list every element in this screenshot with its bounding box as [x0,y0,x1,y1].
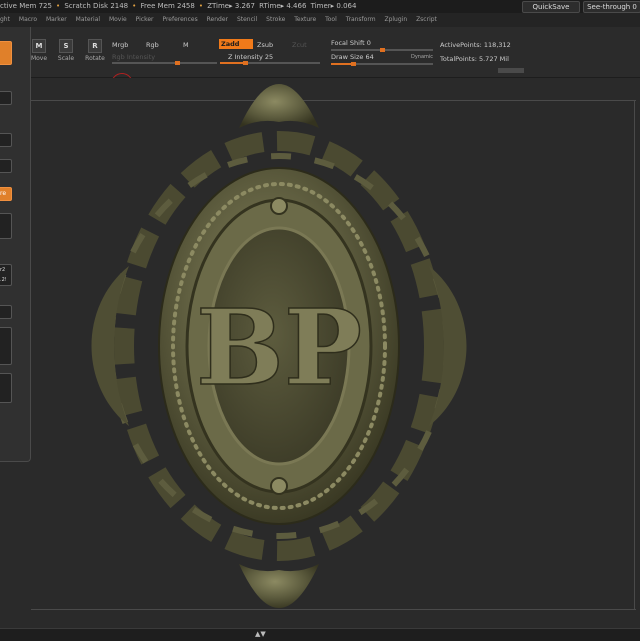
m-button[interactable]: M [183,41,189,49]
z-intensity-label: Z Intensity [228,53,263,61]
z-intensity-slider[interactable] [220,61,320,65]
sculpted-emblem: BP [91,84,467,608]
draw-size-slider[interactable] [331,62,433,66]
draw-size-value: 64 [365,53,374,61]
left-tray-tag: .2! [0,277,7,283]
rgb-button[interactable]: Rgb [146,41,159,49]
rotate-label: Rotate [85,55,105,62]
menu-item[interactable]: Render [207,16,228,23]
scratch-disk: Scratch Disk 2148 [64,2,129,10]
monogram: BP [196,286,362,409]
move-icon: M [32,39,46,53]
menu-item[interactable]: Preferences [162,16,197,23]
timer: Timer▸ 0.064 [310,2,357,10]
left-tray-button[interactable]: re [0,187,12,201]
quicksave-button[interactable]: QuickSave [522,1,580,13]
left-tray-button[interactable]: r2 .2! [0,264,12,286]
see-through-button[interactable]: See-through 0 [583,1,640,13]
focal-shift-label: Focal Shift [331,39,365,47]
total-points-label: TotalPoints: [440,55,477,63]
menu-item[interactable]: Stencil [237,16,257,23]
tool-bar: M Move S Scale R Rotate Mrgb Rgb M Rgb I… [0,27,640,78]
rgb-intensity-label: Rgb Intensity [112,53,156,61]
menu-item[interactable]: Picker [136,16,154,23]
total-points-value: 5.727 Mil [478,55,509,63]
menu-item[interactable]: Marker [46,16,67,23]
focal-shift-knob[interactable] [380,48,385,52]
left-tray-button[interactable] [0,373,12,403]
menu-item[interactable]: ght [0,16,10,23]
menu-item[interactable]: Macro [19,16,37,23]
move-label: Move [30,55,48,62]
shelf-toggle-icon[interactable]: ▲▼ [255,630,266,638]
rotate-tool-button[interactable]: R Rotate [84,39,106,62]
draw-size-readout: Draw Size 64 [331,53,374,61]
active-mem: ctive Mem 725 [0,2,52,10]
active-points-readout: ActivePoints: 118,312 [440,41,511,49]
rgb-intensity-knob[interactable] [175,61,181,65]
scale-tool-button[interactable]: S Scale [55,39,77,62]
menu-item[interactable]: Stroke [266,16,285,23]
scale-label: Scale [57,55,75,62]
focal-shift-value: 0 [366,39,371,47]
left-tray-button[interactable] [0,305,12,319]
zadd-button[interactable]: Zadd [219,39,253,49]
menu-item[interactable]: Tool [325,16,337,23]
rgb-intensity-slider[interactable] [112,61,217,65]
active-points-label: ActivePoints: [440,41,482,49]
z-intensity-knob[interactable] [243,61,248,65]
zcut-button[interactable]: Zcut [292,41,307,49]
total-points-readout: TotalPoints: 5.727 Mil [440,55,509,63]
draw-size-label: Draw Size [331,53,364,61]
rtime: RTime▸ 4.466 [259,2,307,10]
scale-icon: S [59,39,73,53]
dynamic-button[interactable]: Dynamic [411,54,433,60]
left-tray-tag: r2 [0,267,6,273]
menu-item[interactable]: Zscript [416,16,437,23]
left-tray-button[interactable] [0,41,12,65]
ztime: ZTime▸ 3.267 [207,2,255,10]
z-intensity-readout: Z Intensity 25 [228,53,273,61]
menu-item[interactable]: Texture [294,16,316,23]
mrgb-button[interactable]: Mrgb [112,41,128,49]
move-tool-button[interactable]: M Move [28,39,50,62]
menu-item[interactable]: Transform [346,16,376,23]
zsub-button[interactable]: Zsub [257,41,273,49]
focal-shift-slider[interactable] [331,48,433,52]
draw-size-fill [331,63,354,65]
scrollbar-handle[interactable] [498,68,524,73]
left-tray-button[interactable] [0,133,12,147]
menu-item[interactable]: Material [76,16,100,23]
document-canvas[interactable]: BP [31,78,640,640]
z-intensity-value: 25 [264,53,274,61]
ornate-frame: BP [91,84,467,608]
menu-bar: ght Macro Marker Material Movie Picker P… [0,13,640,27]
menu-item[interactable]: Zplugin [384,16,407,23]
left-tray-button[interactable] [0,213,12,239]
left-tray: re r2 .2! [0,27,31,462]
left-tray-button[interactable] [0,91,12,105]
active-points-value: 118,312 [483,41,511,49]
z-intensity-fill [220,62,245,64]
left-tray-button[interactable] [0,159,12,173]
left-tray-button[interactable] [0,327,12,365]
menu-item[interactable]: Movie [109,16,127,23]
rotate-icon: R [88,39,102,53]
free-mem: Free Mem 2458 [140,2,195,10]
draw-size-knob[interactable] [351,62,357,66]
bottom-shelf: ▲▼ [0,628,640,641]
focal-shift-readout: Focal Shift 0 [331,39,371,47]
